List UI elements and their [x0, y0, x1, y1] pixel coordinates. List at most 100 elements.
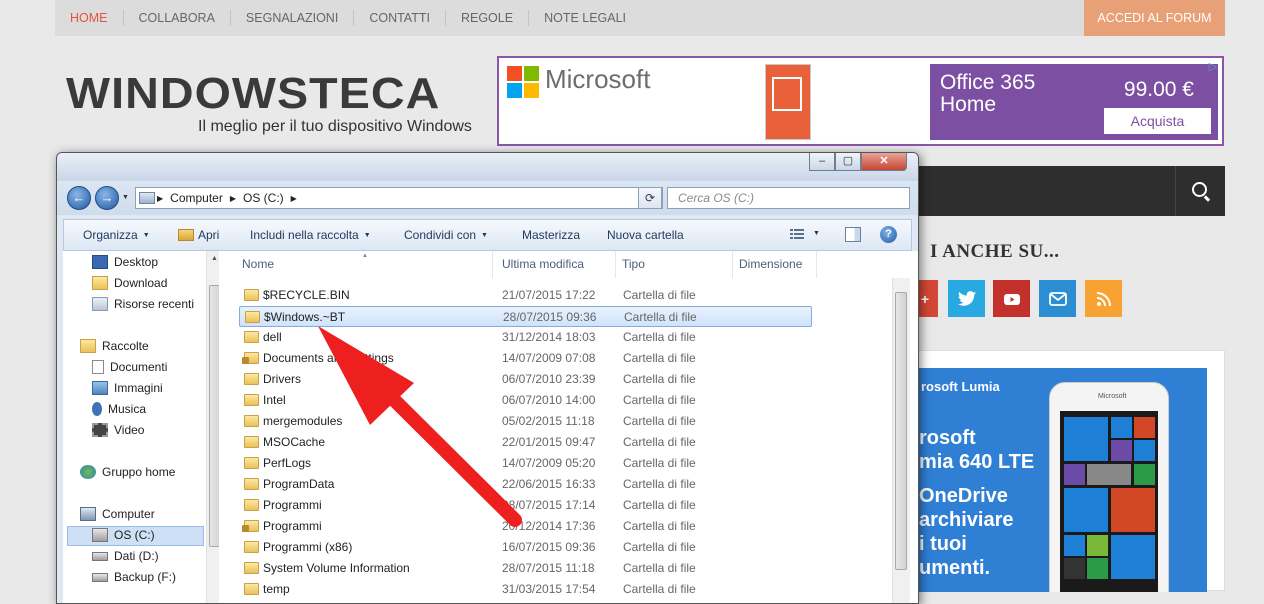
nav-download[interactable]: Download: [92, 274, 167, 292]
file-row[interactable]: Programmi 08/07/2015 17:14 Cartella di fil…: [239, 495, 812, 516]
nav-libraries[interactable]: Raccolte: [80, 337, 149, 355]
office-ad-banner[interactable]: Microsoft Office 365 Home 99.00 € Acquis…: [497, 56, 1224, 146]
search-icon: [1192, 182, 1207, 197]
file-date: 28/07/2015 09:36: [503, 310, 597, 324]
change-view-icon[interactable]: [790, 228, 804, 241]
adchoices-icon[interactable]: ▷: [1206, 60, 1220, 74]
file-row[interactable]: mergemodules 05/02/2015 11:18 Cartella di …: [239, 411, 812, 432]
explorer-window[interactable]: – ▢ ✕ ← → ▼ ▶ Computer ▶ OS (C:) ▶ ▼ ⟳ C…: [56, 152, 919, 604]
file-date: 14/07/2009 07:08: [502, 351, 596, 365]
drive-icon: [92, 572, 108, 582]
column-header-type[interactable]: Tipo: [616, 251, 733, 278]
back-button[interactable]: ←: [67, 186, 91, 210]
file-row[interactable]: PerfLogs 14/07/2009 05:20 Cartella di file: [239, 453, 812, 474]
file-row[interactable]: $RECYCLE.BIN 21/07/2015 17:22 Cartella di …: [239, 285, 812, 306]
email-icon[interactable]: [1039, 280, 1076, 317]
organize-button[interactable]: Organizza ▼: [83, 220, 150, 250]
nav-note-legali-link[interactable]: NOTE LEGALI: [529, 10, 641, 26]
file-row[interactable]: MSOCache 22/01/2015 09:47 Cartella di file: [239, 432, 812, 453]
nav-video[interactable]: Video: [92, 421, 144, 439]
include-in-library-button[interactable]: Includi nella raccolta ▼: [250, 220, 371, 250]
folder-icon: [244, 499, 259, 511]
scroll-up-icon[interactable]: ▲: [211, 255, 218, 262]
file-row[interactable]: Intel 06/07/2010 14:00 Cartella di file: [239, 390, 812, 411]
lumia-phone-image: Microsoft: [1049, 382, 1169, 592]
site-logo[interactable]: WINDOWSTECA: [66, 72, 440, 116]
breadcrumb-arrow-icon[interactable]: ▶: [155, 194, 165, 203]
ad-offer-panel: Office 365 Home 99.00 € Acquista: [930, 64, 1218, 140]
folder-icon: [242, 520, 259, 532]
folder-icon: [244, 541, 259, 553]
nav-computer[interactable]: Computer: [80, 505, 155, 523]
breadcrumb-arrow-icon[interactable]: ▶: [289, 194, 299, 203]
file-type: Cartella di file: [623, 561, 696, 575]
column-header-size[interactable]: Dimensione: [733, 251, 817, 278]
open-button[interactable]: Apri: [178, 220, 219, 250]
file-name: dell: [263, 330, 282, 344]
nav-homegroup[interactable]: Gruppo home: [80, 463, 175, 481]
maximize-button[interactable]: ▢: [835, 153, 861, 171]
nav-desktop[interactable]: Desktop: [92, 253, 158, 271]
breadcrumb-computer[interactable]: Computer: [165, 191, 228, 205]
nav-music[interactable]: Musica: [92, 400, 146, 418]
file-date: 31/03/2015 17:54: [502, 582, 596, 596]
burn-button[interactable]: Masterizza: [522, 220, 580, 250]
file-name: Documents and Settings: [263, 351, 394, 365]
file-row[interactable]: Documents and Settings 14/07/2009 07:08 Ca…: [239, 348, 812, 369]
file-date: 05/02/2015 11:18: [502, 414, 595, 428]
refresh-button[interactable]: ⟳: [638, 187, 662, 209]
file-row[interactable]: Programmi (x86) 16/07/2015 09:36 Cartella …: [239, 537, 812, 558]
forward-button[interactable]: →: [95, 186, 119, 210]
file-date: 06/07/2010 23:39: [502, 372, 596, 386]
file-list-scrollbar[interactable]: [892, 278, 910, 603]
file-row[interactable]: System Volume Information 28/07/2015 11:1…: [239, 558, 812, 579]
lumia-ad-image[interactable]: rosoft Lumia rosoft mia 640 LTE OneDrive…: [913, 368, 1207, 592]
folder-icon: [244, 373, 259, 385]
nav-segnalazioni-link[interactable]: SEGNALAZIONI: [231, 10, 355, 26]
column-header-date[interactable]: Ultima modifica: [496, 251, 616, 278]
lumia-ad-text: rosoft mia 640 LTE OneDrive archiviare i…: [919, 427, 1035, 579]
file-row[interactable]: Drivers 06/07/2010 23:39 Cartella di file: [239, 369, 812, 390]
ad-buy-button[interactable]: Acquista: [1104, 108, 1211, 134]
address-bar[interactable]: ▶ Computer ▶ OS (C:) ▶ ▼: [135, 187, 663, 209]
nav-drive-backup[interactable]: Backup (F:): [92, 568, 176, 586]
follow-us-heading: I ANCHE SU...: [930, 241, 1060, 262]
youtube-icon[interactable]: [993, 280, 1030, 317]
recent-pages-dropdown-icon[interactable]: ▼: [122, 194, 129, 201]
file-row[interactable]: dell 31/12/2014 18:03 Cartella di file: [239, 327, 812, 348]
window-titlebar[interactable]: – ▢ ✕: [57, 153, 918, 181]
file-date: 21/07/2015 17:22: [502, 288, 596, 302]
site-search-button[interactable]: [1175, 166, 1225, 216]
file-list-scroll-thumb[interactable]: [895, 292, 907, 570]
help-icon[interactable]: ?: [880, 226, 897, 243]
breadcrumb-arrow-icon[interactable]: ▶: [228, 194, 238, 203]
new-folder-button[interactable]: Nuova cartella: [607, 220, 684, 250]
nav-images[interactable]: Immagini: [92, 379, 163, 397]
view-dropdown-icon[interactable]: ▼: [813, 230, 820, 237]
nav-recent[interactable]: Risorse recenti: [92, 295, 194, 313]
close-button[interactable]: ✕: [861, 153, 907, 171]
file-date: 20/12/2014 17:36: [502, 519, 596, 533]
share-with-button[interactable]: Condividi con ▼: [404, 220, 488, 250]
nav-regole-link[interactable]: REGOLE: [446, 10, 530, 26]
nav-documents[interactable]: Documenti: [92, 358, 167, 376]
search-input[interactable]: Cerca OS (C:): [667, 187, 910, 209]
nav-home-link[interactable]: HOME: [55, 10, 124, 26]
homegroup-icon: [80, 465, 96, 479]
preview-pane-icon[interactable]: [845, 227, 861, 242]
file-row[interactable]: ProgramData 22/06/2015 16:33 Cartella di f…: [239, 474, 812, 495]
breadcrumb-drive[interactable]: OS (C:): [238, 191, 289, 205]
nav-drive-os[interactable]: OS (C:): [92, 526, 155, 544]
nav-contatti-link[interactable]: CONTATTI: [354, 10, 446, 26]
address-row: ← → ▼ ▶ Computer ▶ OS (C:) ▶ ▼ ⟳ Cerca O…: [57, 181, 918, 215]
forum-login-button[interactable]: ACCEDI AL FORUM: [1084, 0, 1225, 36]
rss-icon[interactable]: [1085, 280, 1122, 317]
nav-collabora-link[interactable]: COLLABORA: [124, 10, 231, 26]
minimize-button[interactable]: –: [809, 153, 835, 171]
file-row[interactable]: temp 31/03/2015 17:54 Cartella di file: [239, 579, 812, 600]
twitter-icon[interactable]: [948, 280, 985, 317]
file-row[interactable]: Programmi 20/12/2014 17:36 Cartella di fil…: [239, 516, 812, 537]
file-row[interactable]: $Windows.~BT 28/07/2015 09:36 Cartella di …: [239, 306, 812, 327]
file-type: Cartella di file: [623, 456, 696, 470]
nav-drive-data[interactable]: Dati (D:): [92, 547, 159, 565]
